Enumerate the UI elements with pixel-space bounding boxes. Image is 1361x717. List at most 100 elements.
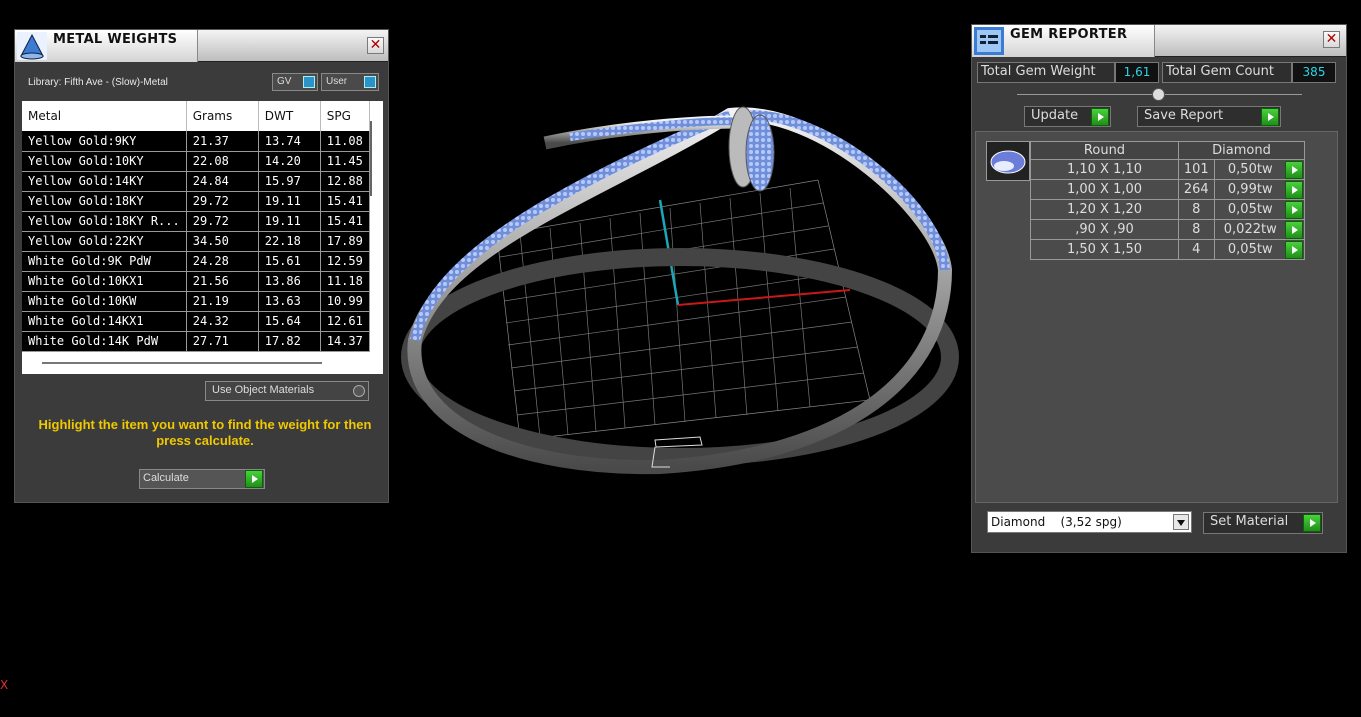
gem-row[interactable]: 1,10 X 1,10 101 0,50tw: [1030, 159, 1306, 180]
table-cell: 24.84: [186, 171, 259, 192]
gem-row[interactable]: 1,00 X 1,00 264 0,99tw: [1030, 179, 1306, 200]
table-cell: 22.18: [258, 231, 321, 252]
stray-glyph: X: [0, 678, 9, 692]
table-cell: 17.89: [320, 231, 370, 252]
calculate-button[interactable]: Calculate: [139, 469, 265, 489]
gem-reporter-panel: GEM REPORTER ✕ Total Gem Weight 1,61 Tot…: [971, 24, 1347, 553]
table-cell: 19.11: [258, 211, 321, 232]
table-cell: White Gold:14KX1: [22, 311, 187, 332]
save-report-button[interactable]: Save Report: [1137, 106, 1281, 127]
library-label: Library: Fifth Ave - (Slow)-Metal: [28, 77, 168, 88]
table-cell: Yellow Gold:22KY: [22, 231, 187, 252]
total-gem-count-value: 385: [1292, 62, 1336, 83]
gv-toggle-label: GV: [277, 76, 292, 87]
metal-weights-panel: METAL WEIGHTS ✕ Library: Fifth Ave - (Sl…: [14, 29, 389, 503]
table-row[interactable]: White Gold:10KX1 21.56 13.86 11.18: [22, 271, 370, 292]
column-header-dwt[interactable]: DWT: [258, 101, 321, 131]
round-gem-thumbnail[interactable]: [986, 141, 1030, 181]
table-row[interactable]: Yellow Gold:22KY 34.50 22.18 17.89: [22, 231, 370, 252]
table-row[interactable]: Yellow Gold:18KY 29.72 19.11 15.41: [22, 191, 370, 212]
table-cell: 22.08: [186, 151, 259, 172]
nail-head-gems: [745, 114, 775, 192]
table-cell: Yellow Gold:18KY: [22, 191, 187, 212]
gem-size-cell: 1,00 X 1,00: [1030, 179, 1179, 200]
table-cell: 11.45: [320, 151, 370, 172]
table-row[interactable]: White Gold:14KX1 24.32 15.64 12.61: [22, 311, 370, 332]
3d-viewport[interactable]: [400, 95, 960, 480]
chevron-down-icon: [1173, 514, 1189, 530]
gem-weight-cell: 0,05tw: [1213, 239, 1306, 260]
metal-weights-title: METAL WEIGHTS: [53, 32, 178, 47]
table-cell: 21.19: [186, 291, 259, 312]
user-toggle[interactable]: User: [321, 73, 379, 91]
column-header-spg[interactable]: SPG: [320, 101, 370, 131]
table-cell: Yellow Gold:9KY: [22, 131, 187, 152]
table-row[interactable]: Yellow Gold:14KY 24.84 15.97 12.88: [22, 171, 370, 192]
gem-weight-cell: 0,022tw: [1213, 219, 1306, 240]
save-report-label: Save Report: [1144, 108, 1224, 123]
radio-icon: [353, 385, 365, 397]
gem-row[interactable]: 1,50 X 1,50 4 0,05tw: [1030, 239, 1306, 260]
calculate-label: Calculate: [143, 472, 189, 484]
column-header-grams[interactable]: Grams: [186, 101, 259, 131]
play-arrow-icon: [1091, 108, 1109, 126]
use-object-materials-toggle[interactable]: Use Object Materials: [205, 381, 369, 401]
table-cell: 13.74: [258, 131, 321, 152]
select-gem-icon[interactable]: [1285, 201, 1303, 219]
table-cell: 15.41: [320, 191, 370, 212]
gem-count-cell: 264: [1178, 179, 1215, 200]
set-material-label: Set Material: [1210, 514, 1289, 529]
table-cell: 27.71: [186, 331, 259, 352]
table-row[interactable]: Yellow Gold:9KY 21.37 13.74 11.08: [22, 131, 370, 152]
table-cell: 34.50: [186, 231, 259, 252]
table-cell: 11.08: [320, 131, 370, 152]
select-gem-icon[interactable]: [1285, 241, 1303, 259]
update-button[interactable]: Update: [1024, 106, 1111, 127]
gem-reporter-icon: [974, 27, 1004, 55]
update-label: Update: [1031, 108, 1079, 123]
table-row[interactable]: White Gold:9K PdW 24.28 15.61 12.59: [22, 251, 370, 272]
table-row[interactable]: White Gold:14K PdW 27.71 17.82 14.37: [22, 331, 370, 352]
column-header-metal[interactable]: Metal: [22, 101, 187, 131]
table-cell: 12.88: [320, 171, 370, 192]
gem-weight-cell: 0,05tw: [1213, 199, 1306, 220]
table-cell: 19.11: [258, 191, 321, 212]
table-cell: White Gold:14K PdW: [22, 331, 187, 352]
close-icon[interactable]: ✕: [1323, 31, 1340, 48]
toggle-knob-icon: [303, 76, 315, 88]
bangle-shadow: [401, 248, 959, 466]
set-material-button[interactable]: Set Material: [1203, 512, 1323, 534]
select-gem-icon[interactable]: [1285, 161, 1303, 179]
horizontal-scrollbar[interactable]: [42, 362, 322, 364]
total-gem-count-label: Total Gem Count: [1162, 62, 1292, 83]
table-row[interactable]: Yellow Gold:10KY 22.08 14.20 11.45: [22, 151, 370, 172]
material-header: Diamond: [1178, 141, 1305, 160]
table-cell: 24.32: [186, 311, 259, 332]
metal-weights-icon: [17, 32, 47, 60]
gv-toggle[interactable]: GV: [272, 73, 318, 91]
gem-row[interactable]: ,90 X ,90 8 0,022tw: [1030, 219, 1306, 240]
gem-row[interactable]: 1,20 X 1,20 8 0,05tw: [1030, 199, 1306, 220]
material-select-value: Diamond (3,52 spg): [991, 515, 1122, 529]
table-cell: 17.82: [258, 331, 321, 352]
metal-weights-titlebar[interactable]: METAL WEIGHTS ✕: [15, 30, 388, 62]
table-cell: 21.56: [186, 271, 259, 292]
table-cell: 14.20: [258, 151, 321, 172]
round-diamond-icon: [990, 150, 1026, 174]
gem-reporter-titlebar[interactable]: GEM REPORTER ✕: [972, 25, 1346, 57]
x-axis: [677, 289, 851, 306]
material-select[interactable]: Diamond (3,52 spg): [987, 511, 1192, 533]
table-cell: White Gold:9K PdW: [22, 251, 187, 272]
close-icon[interactable]: ✕: [367, 37, 384, 54]
table-cell: White Gold:10KW: [22, 291, 187, 312]
select-gem-icon[interactable]: [1285, 221, 1303, 239]
vertical-scrollbar[interactable]: [370, 121, 372, 196]
select-gem-icon[interactable]: [1285, 181, 1303, 199]
table-row[interactable]: White Gold:10KW 21.19 13.63 10.99: [22, 291, 370, 312]
gem-weight-cell: 0,50tw: [1213, 159, 1306, 180]
metal-table: Metal Grams DWT SPG Yellow Gold:9KY 21.37…: [22, 101, 383, 374]
table-cell: 29.72: [186, 191, 259, 212]
gem-weight-cell: 0,99tw: [1213, 179, 1306, 200]
size-slider-handle[interactable]: [1152, 88, 1165, 101]
table-row[interactable]: Yellow Gold:18KY R... 29.72 19.11 15.41: [22, 211, 370, 232]
